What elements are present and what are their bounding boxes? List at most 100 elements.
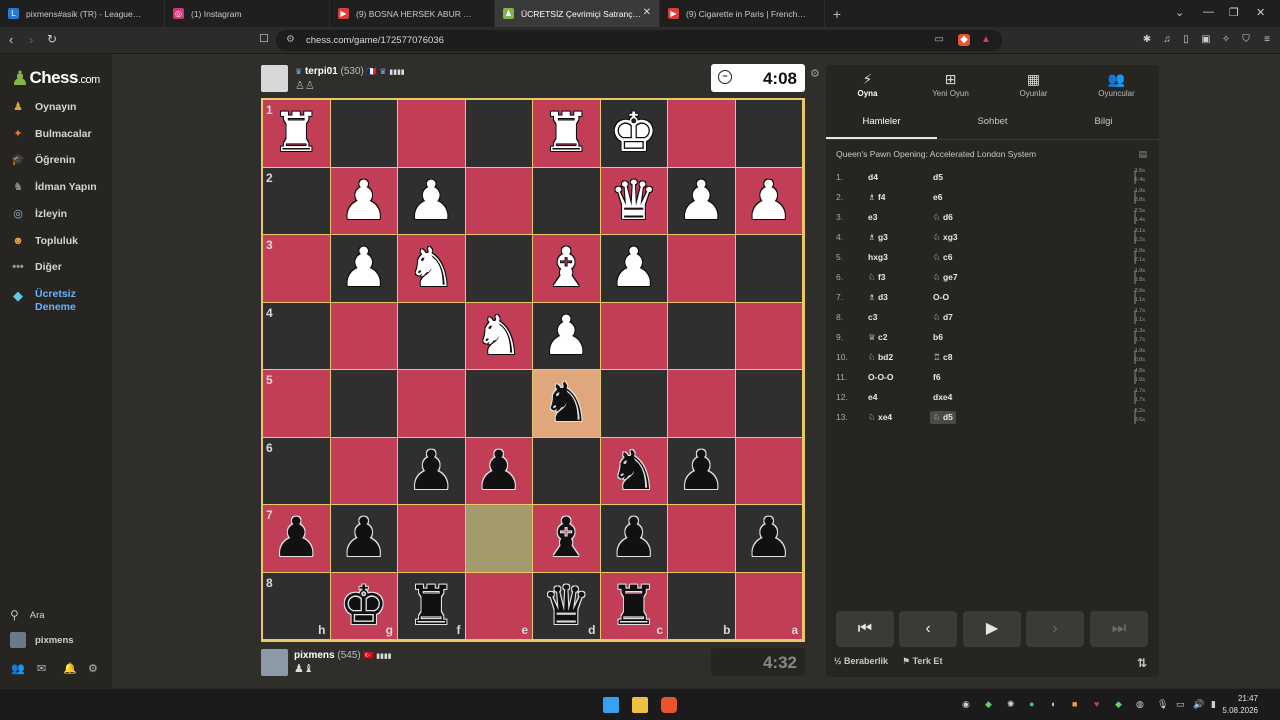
tab-list-icon[interactable]: ⌄ — [1175, 6, 1184, 19]
flip-board-icon[interactable]: ⇅ — [1137, 656, 1147, 670]
sidebar-item-train[interactable]: ♞ İdman Yapın — [10, 175, 110, 199]
black-pawn-icon[interactable]: ♟ — [677, 443, 725, 498]
board-square[interactable]: 8h — [263, 572, 331, 640]
black-pawn-icon[interactable]: ♟ — [340, 511, 388, 565]
panel-tab-oyuncular[interactable]: 👥 Oyuncular — [1075, 71, 1158, 98]
tab-hamleler[interactable]: Hamleler — [826, 115, 937, 139]
black-knight-icon[interactable]: ♞ — [610, 443, 658, 498]
tray-icon[interactable]: ● — [1029, 699, 1034, 709]
bottom-player-name[interactable]: pixmens (545) 🇹🇷 ▮▮▮▮ — [294, 650, 392, 661]
board-square[interactable]: ♞ — [465, 302, 533, 370]
board-square[interactable] — [398, 302, 466, 370]
tray-icon[interactable]: ◍ — [1136, 699, 1144, 710]
board-square[interactable] — [330, 437, 398, 505]
board-square[interactable]: 2 — [263, 167, 331, 235]
board-square[interactable] — [668, 505, 736, 573]
browser-tab[interactable]: Lpixmens#asik (TR) - LeagueOfGraphs — [0, 0, 165, 27]
brave-browser-icon[interactable] — [661, 697, 677, 713]
black-move[interactable]: O-O — [933, 292, 949, 302]
board-square[interactable] — [533, 437, 601, 505]
board-square[interactable] — [668, 100, 736, 168]
board-square[interactable] — [465, 505, 533, 573]
black-move[interactable]: ♘ d7 — [933, 312, 953, 323]
board-square[interactable]: a — [735, 572, 803, 640]
browser-tab[interactable]: ♟ÜCRETSİZ Çevrimiçi Satranç Oyna✕ — [495, 0, 660, 27]
black-pawn-icon[interactable]: ♟ — [475, 443, 523, 498]
taskbar-time[interactable]: 21:47 — [1238, 694, 1258, 703]
taskbar-date[interactable]: 5.08.2026 — [1222, 706, 1258, 715]
volume-icon[interactable]: 🔊 — [1193, 699, 1204, 710]
white-move[interactable]: ♗ g3 — [868, 232, 888, 243]
board-square[interactable]: 5 — [263, 370, 331, 438]
black-pawn-icon[interactable]: ♟ — [745, 511, 793, 565]
board-square[interactable] — [735, 370, 803, 438]
black-move[interactable]: ♘ xg3 — [933, 232, 958, 243]
sidebar-item-more[interactable]: ••• Diğer — [10, 255, 110, 279]
board-square[interactable] — [465, 370, 533, 438]
white-move[interactable]: ♘ xe4 — [868, 412, 892, 423]
white-move[interactable]: O-O-O — [868, 372, 894, 382]
board-square[interactable] — [330, 370, 398, 438]
black-pawn-icon[interactable]: ♟ — [610, 511, 658, 565]
white-pawn-icon[interactable]: ♟ — [542, 308, 590, 363]
browser-tab[interactable]: ▶ (9) Cigarette in Paris | French Em — [660, 0, 825, 27]
tray-icon[interactable]: ✺ — [1007, 699, 1015, 710]
file-explorer-icon[interactable] — [632, 697, 648, 713]
browser-tab[interactable]: ▶(9) BOSNA HERSEK ABUR CUBURLAR — [330, 0, 495, 27]
browser-tab[interactable]: ◎ (1) Instagram — [165, 0, 330, 27]
sidebar-item-watch[interactable]: ◎ İzleyin — [10, 202, 110, 226]
play-button[interactable]: ▶ — [963, 611, 1021, 647]
board-square[interactable]: b — [668, 572, 736, 640]
battery-icon[interactable]: ▮ — [1211, 699, 1216, 710]
black-move[interactable]: dxe4 — [933, 392, 952, 402]
board-settings-icon[interactable]: ⚙ — [810, 67, 820, 80]
vpn-icon[interactable]: ⛉ — [1240, 34, 1252, 46]
white-move[interactable]: e4 — [868, 392, 877, 402]
site-info-icon[interactable]: ⚙ — [286, 34, 295, 45]
board-square[interactable]: ♟ — [735, 167, 803, 235]
board-square[interactable]: c ♜ — [600, 572, 668, 640]
white-move[interactable]: ♗ d3 — [868, 292, 888, 303]
white-queen-icon[interactable]: ♛ — [610, 173, 658, 228]
bookmark-icon[interactable]: ☐ — [259, 32, 269, 45]
windows-start-icon[interactable] — [603, 697, 619, 713]
panel-tab-oyna[interactable]: ⚡ Oyna — [826, 71, 909, 98]
music-icon[interactable]: ♫ — [1161, 34, 1173, 46]
board-square[interactable]: 1 ♜ — [263, 100, 331, 168]
board-square[interactable]: 6 — [263, 437, 331, 505]
wallet-icon[interactable]: ▣ — [1200, 34, 1212, 46]
board-square[interactable] — [735, 437, 803, 505]
new-tab-button[interactable]: + — [825, 6, 849, 22]
board-square[interactable]: 7 ♟ — [263, 505, 331, 573]
tab-bilgi[interactable]: Bilgi — [1048, 115, 1159, 139]
black-move[interactable]: d5 — [933, 172, 943, 182]
close-tab-icon[interactable]: ✕ — [643, 7, 651, 18]
board-square[interactable] — [330, 100, 398, 168]
board-square[interactable] — [533, 167, 601, 235]
leo-icon[interactable]: ✧ — [1220, 34, 1232, 46]
tab-sohbet[interactable]: Sohbet — [937, 115, 1048, 139]
board-square[interactable]: g ♚ — [330, 572, 398, 640]
board-square[interactable]: ♟ — [330, 167, 398, 235]
white-move[interactable]: ♕ c2 — [868, 332, 887, 343]
board-square[interactable] — [465, 167, 533, 235]
board-square[interactable]: ♟ — [465, 437, 533, 505]
board-square[interactable] — [330, 302, 398, 370]
top-player-name[interactable]: ♛ terpi01 (530) 🇫🇷 ♛ ▮▮▮▮ — [295, 66, 405, 77]
white-pawn-icon[interactable]: ♟ — [407, 173, 455, 228]
black-move[interactable]: e6 — [933, 192, 942, 202]
microphone-icon[interactable]: 🎙 — [1157, 699, 1168, 710]
profile-link[interactable]: pixmens — [10, 632, 74, 648]
black-move[interactable]: ♘ c6 — [933, 252, 952, 263]
chessboard[interactable]: 1 ♜ ♜ ♚ 2 ♟ ♟ ♛ ♟ ♟ 3 ♟ ♞ ♝ ♟ 4 ♞ ♟ 5 ♞ 6 ♟ ♟ ♞ ♟ 7 ♟ ♟ ♝ ♟ ♟ 8 h g ♚ f ♜ e d ♛… — [261, 98, 805, 642]
board-square[interactable]: ♟ — [398, 437, 466, 505]
board-square[interactable]: ♟ — [668, 167, 736, 235]
board-square[interactable]: e — [465, 572, 533, 640]
board-square[interactable] — [668, 302, 736, 370]
board-square[interactable]: ♟ — [533, 302, 601, 370]
tray-icon[interactable]: ◆ — [1115, 699, 1122, 710]
black-move[interactable]: f6 — [933, 372, 941, 382]
black-rook-icon[interactable]: ♜ — [610, 578, 658, 633]
board-square[interactable]: f ♜ — [398, 572, 466, 640]
free-trial-link[interactable]: ◆ Ücretsiz Deneme — [10, 288, 110, 313]
